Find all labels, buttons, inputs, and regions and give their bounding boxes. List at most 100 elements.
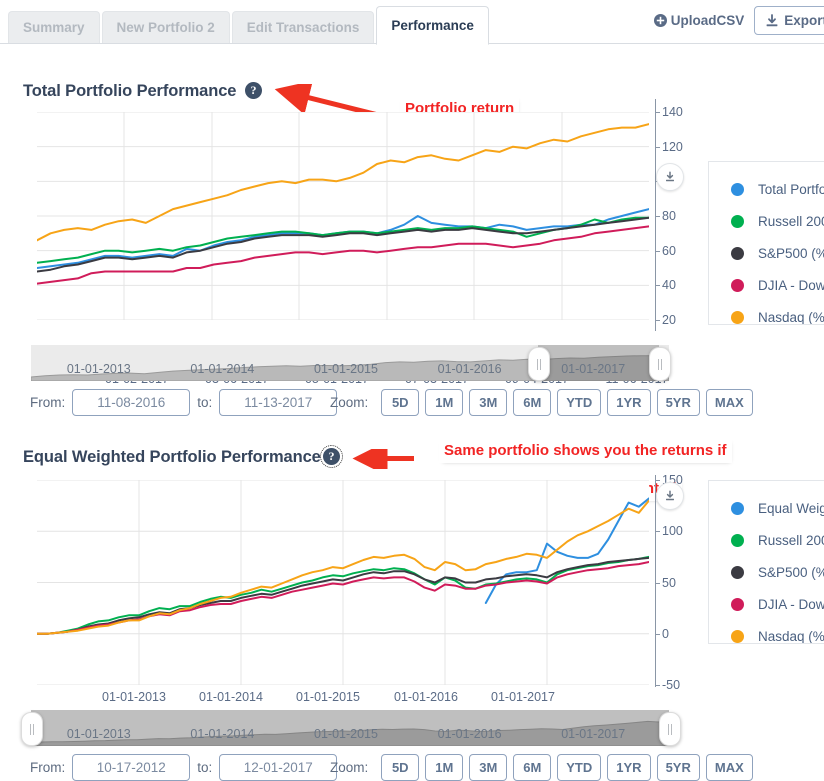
legend-color-dot <box>731 215 744 228</box>
download-icon <box>765 13 779 28</box>
y-axis-tick: 40 <box>656 278 676 292</box>
upload-csv-label: UploadCSV <box>670 13 745 28</box>
legend-item-russell-2000[interactable]: Russell 2000 (%) <box>731 533 824 548</box>
plot-area-total <box>37 112 649 320</box>
to-label: to: <box>197 760 213 775</box>
zoom-button-5yr[interactable]: 5YR <box>656 754 700 781</box>
zoom-button-3m[interactable]: 3M <box>469 389 508 416</box>
export-button[interactable]: Export <box>754 6 824 35</box>
legend-item-nasdaq[interactable]: Nasdaq (%) <box>731 310 824 325</box>
plot-svg-equal <box>37 480 649 685</box>
navigator-tick-label: 01-01-2015 <box>314 362 378 376</box>
plot-area-equal <box>37 480 649 685</box>
range-navigator-equal[interactable]: 01-01-2013 01-01-2014 01-01-2015 01-01-2016… <box>31 710 669 746</box>
zoom-button-max[interactable]: MAX <box>705 389 753 416</box>
toolbar-actions: UploadCSV Export <box>653 6 824 35</box>
legend-item-total-portfolio[interactable]: Total Portfolio (%) <box>731 182 824 197</box>
export-label: Export <box>784 13 824 28</box>
total-portfolio-section: Total Portfolio Performance ? Portfolio … <box>0 44 824 419</box>
plus-circle-icon <box>653 14 667 27</box>
x-axis-tick-label: 01-01-2015 <box>296 690 360 704</box>
zoom-button-ytd[interactable]: YTD <box>557 389 602 416</box>
y-axis-line-equal <box>655 475 656 687</box>
legend-item-djia[interactable]: DJIA - Dow Jones (%) <box>731 597 824 612</box>
tab-new-portfolio-2[interactable]: New Portfolio 2 <box>101 11 230 44</box>
zoom-button-1m[interactable]: 1M <box>425 389 464 416</box>
zoom-label: Zoom: <box>330 760 369 775</box>
navigator-tick-label: 01-01-2014 <box>190 362 255 376</box>
tab-list: Summary New Portfolio 2 Edit Transaction… <box>8 6 491 45</box>
from-date-input-equal[interactable]: 10-17-2012 <box>72 754 191 781</box>
tab-performance[interactable]: Performance <box>376 6 489 45</box>
to-date-input-equal[interactable]: 12-01-2017 <box>219 754 338 781</box>
chart-total-portfolio[interactable]: 20406080100120140 01-02-201703-06-201705… <box>0 44 824 419</box>
y-axis-line-total <box>655 99 656 331</box>
legend-color-dot <box>731 566 744 579</box>
y-axis-tick: 120 <box>656 140 683 154</box>
zoom-label: Zoom: <box>330 395 369 410</box>
legend-label: Equal Weighted Portfolio (%) <box>758 501 824 516</box>
chart-download-button-total[interactable] <box>656 163 684 191</box>
y-axis-tick: -50 <box>656 678 680 692</box>
from-date-input-total[interactable]: 11-08-2016 <box>72 389 191 416</box>
performance-page: Summary New Portfolio 2 Edit Transaction… <box>0 0 824 781</box>
legend-equal: Equal Weighted Portfolio (%) Russell 200… <box>708 480 824 644</box>
navigator-tick-label: 01-01-2017 <box>561 727 626 741</box>
equal-weighted-section: Equal Weighted Portfolio Performance ? S… <box>0 425 824 781</box>
legend-item-russell-2000[interactable]: Russell 2000 (%) <box>731 214 824 229</box>
tab-summary[interactable]: Summary <box>8 11 100 44</box>
chart-download-button-equal[interactable] <box>656 482 684 510</box>
legend-item-sp500[interactable]: S&P500 (%) <box>731 565 824 580</box>
to-label: to: <box>197 395 213 410</box>
tab-bar: Summary New Portfolio 2 Edit Transaction… <box>0 0 824 45</box>
tab-edit-transactions[interactable]: Edit Transactions <box>231 11 375 44</box>
zoom-button-1yr[interactable]: 1YR <box>607 389 651 416</box>
y-axis-tick: 20 <box>656 313 676 327</box>
navigator-tick-label: 01-01-2017 <box>561 362 626 376</box>
download-icon <box>664 490 676 502</box>
navigator-tick-label: 01-01-2013 <box>66 362 131 376</box>
zoom-button-6m[interactable]: 6M <box>513 389 552 416</box>
navigator-handle-right-equal[interactable] <box>659 712 681 746</box>
y-axis-tick: 50 <box>656 576 676 590</box>
legend-item-sp500[interactable]: S&P500 (%) <box>731 246 824 261</box>
legend-label: Nasdaq (%) <box>758 310 824 325</box>
legend-color-dot <box>731 630 744 643</box>
zoom-button-5yr[interactable]: 5YR <box>656 389 700 416</box>
legend-item-nasdaq[interactable]: Nasdaq (%) <box>731 629 824 644</box>
legend-label: Nasdaq (%) <box>758 629 824 644</box>
legend-item-djia[interactable]: DJIA - Dow Jones (%) <box>731 278 824 293</box>
y-axis-tick: 80 <box>656 209 676 223</box>
x-axis-tick-label: 01-01-2016 <box>394 690 458 704</box>
date-range-controls-total: From: 11-08-2016 to: 11-13-2017 <box>30 389 338 416</box>
navigator-handle-left-equal[interactable] <box>21 712 43 746</box>
zoom-button-6m[interactable]: 6M <box>513 754 552 781</box>
navigator-labels: 01-01-2013 01-01-2014 01-01-2015 01-01-2016… <box>31 345 669 381</box>
legend-label: DJIA - Dow Jones (%) <box>758 597 824 612</box>
navigator-handle-left-total[interactable] <box>528 347 551 381</box>
navigator-handle-right-total[interactable] <box>649 347 672 381</box>
zoom-button-ytd[interactable]: YTD <box>557 754 602 781</box>
legend-item-equal-weighted-portfolio[interactable]: Equal Weighted Portfolio (%) <box>731 501 824 516</box>
legend-color-dot <box>731 247 744 260</box>
legend-label: S&P500 (%) <box>758 565 824 580</box>
legend-color-dot <box>731 502 744 515</box>
x-axis-tick-label: 01-01-2014 <box>199 690 263 704</box>
chart-equal-weighted[interactable]: -50 0 50 100 150 01-01-2013 01-01-2014 01-01-2… <box>0 425 824 781</box>
upload-csv-button[interactable]: UploadCSV <box>653 13 745 28</box>
zoom-button-1m[interactable]: 1M <box>425 754 464 781</box>
zoom-button-max[interactable]: MAX <box>705 754 753 781</box>
y-axis-tick: 140 <box>656 105 683 119</box>
zoom-button-5d[interactable]: 5D <box>381 754 420 781</box>
zoom-button-5d[interactable]: 5D <box>381 389 420 416</box>
navigator-tick-label: 01-01-2013 <box>66 727 131 741</box>
zoom-controls-equal: Zoom: 5D 1M 3M 6M YTD 1YR 5YR MAX <box>330 754 753 781</box>
date-range-controls-equal: From: 10-17-2012 to: 12-01-2017 <box>30 754 338 781</box>
from-label: From: <box>30 395 66 410</box>
zoom-button-1yr[interactable]: 1YR <box>607 754 651 781</box>
zoom-button-3m[interactable]: 3M <box>469 754 508 781</box>
legend-total: Total Portfolio (%) Russell 2000 (%) S&P… <box>708 161 824 325</box>
to-date-input-total[interactable]: 11-13-2017 <box>219 389 338 416</box>
from-label: From: <box>30 760 66 775</box>
range-navigator-total[interactable]: 01-01-2013 01-01-2014 01-01-2015 01-01-2016… <box>31 345 669 381</box>
